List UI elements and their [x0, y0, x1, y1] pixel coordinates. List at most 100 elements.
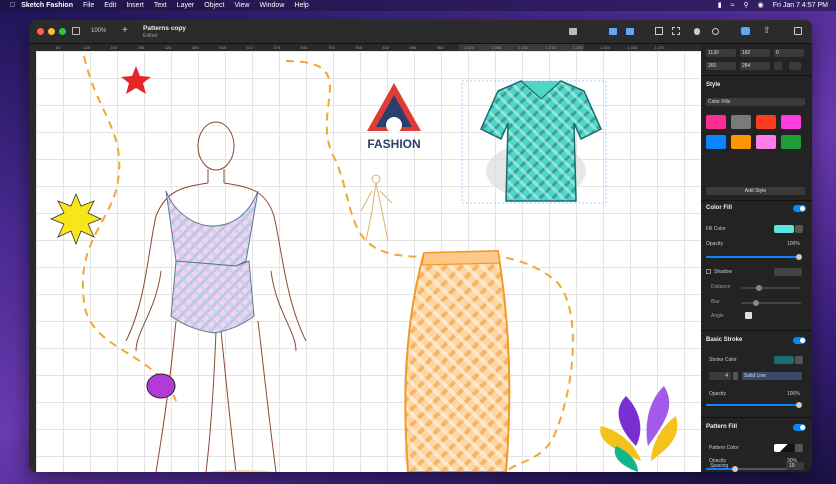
vertical-ruler	[29, 44, 36, 472]
inspector-toggle-icon[interactable]	[794, 27, 802, 35]
shadow-checkbox[interactable]	[706, 269, 711, 274]
inspector-panel: 1130 182 0 260 284 Style Color Fills Add…	[701, 44, 812, 472]
cloud-icon[interactable]	[741, 27, 750, 35]
stroke-opacity-label: Opacity	[709, 391, 726, 397]
menu-file[interactable]: File	[83, 0, 94, 11]
wifi-icon[interactable]: ≈	[731, 0, 735, 11]
width-field[interactable]: 260	[706, 62, 736, 70]
ruler-tick-label: 1,472	[654, 45, 665, 50]
menu-edit[interactable]: Edit	[104, 0, 116, 11]
ruler-tick-label: 1,408	[627, 45, 638, 50]
search-icon[interactable]: ⚲	[744, 0, 749, 11]
menu-text[interactable]: Text	[154, 0, 167, 11]
apple-icon[interactable]: 	[10, 0, 15, 11]
stroke-color-well[interactable]	[774, 356, 794, 364]
pattern-color-well[interactable]	[774, 444, 794, 452]
control-center-icon[interactable]: ◉	[758, 0, 764, 11]
menu-bar:  Sketch Fashion File Edit Insert Text L…	[0, 0, 836, 11]
close-button[interactable]	[37, 28, 44, 35]
color-fill-title: Color Fill	[706, 205, 732, 211]
dashed-path-left	[81, 55, 177, 402]
pattern-fill-toggle[interactable]	[793, 424, 806, 431]
preview-icon[interactable]	[712, 28, 719, 35]
ruler-tick-label: 448	[219, 45, 226, 50]
menu-clock[interactable]: Fri Jan 7 4:57 PM	[773, 0, 828, 11]
y-field[interactable]: 182	[740, 49, 770, 57]
add-style-button[interactable]: Add Style	[706, 187, 805, 195]
pattern-color-label: Pattern Color	[709, 445, 739, 451]
divider	[701, 330, 812, 331]
shadow-color-well[interactable]	[774, 268, 802, 276]
stroke-toggle[interactable]	[793, 337, 806, 344]
document-title: Patterns copy	[143, 25, 186, 32]
shadow-label: Shadow	[714, 269, 733, 275]
zoom-level[interactable]: 100%	[91, 28, 106, 34]
style-swatch[interactable]	[781, 135, 801, 149]
menu-layer[interactable]: Layer	[177, 0, 195, 11]
symbol-icon[interactable]	[569, 28, 577, 35]
menu-window[interactable]: Window	[259, 0, 284, 11]
stroke-opacity-slider[interactable]	[706, 402, 802, 408]
rotation-field[interactable]: 0	[774, 49, 804, 57]
backward-icon[interactable]	[626, 28, 634, 35]
stroke-style-select[interactable]: Solid Line	[742, 372, 802, 380]
ruler-tick-label: 192	[110, 45, 118, 50]
mask-icon[interactable]	[694, 28, 700, 35]
stroke-color-label: Stroke Color	[709, 357, 737, 363]
style-swatch[interactable]	[781, 115, 801, 129]
share-icon[interactable]: ⇧	[763, 25, 771, 36]
design-canvas[interactable]: FASHION	[36, 51, 701, 472]
sidebar-toggle-icon[interactable]	[72, 27, 80, 35]
pattern-color-options[interactable]	[795, 444, 803, 452]
ruler-tick-label: 64	[56, 45, 61, 50]
fill-opacity-slider[interactable]	[706, 254, 802, 260]
ruler-tick-label: 384	[192, 45, 199, 50]
style-swatch[interactable]	[731, 135, 751, 149]
stroke-opacity-value: 100%	[787, 391, 800, 397]
ruler-tick-label: 576	[273, 45, 281, 50]
ruler-tick-label: 320	[164, 45, 172, 50]
shadow-blur-slider[interactable]	[741, 300, 801, 306]
bodysuit-top	[165, 190, 259, 267]
style-swatch[interactable]	[756, 135, 776, 149]
battery-icon[interactable]: ▮	[718, 0, 722, 11]
menu-view[interactable]: View	[234, 0, 249, 11]
flip-icon[interactable]	[789, 62, 801, 70]
style-swatch[interactable]	[756, 115, 776, 129]
ruler-tick-label: 832	[382, 45, 390, 50]
menu-insert[interactable]: Insert	[126, 0, 144, 11]
ruler-tick-label: 512	[246, 45, 254, 50]
fills-select[interactable]: Color Fills	[706, 98, 805, 106]
style-swatch[interactable]	[731, 115, 751, 129]
polo-shirt	[461, 80, 607, 204]
menu-app-name[interactable]: Sketch Fashion	[21, 0, 73, 11]
stroke-color-options[interactable]	[795, 356, 803, 364]
transform-icon[interactable]	[655, 27, 663, 35]
fill-color-options[interactable]	[795, 225, 803, 233]
color-fill-toggle[interactable]	[793, 205, 806, 212]
lock-icon[interactable]	[774, 62, 782, 70]
pattern-spacing-field[interactable]: 19	[786, 462, 804, 470]
stroke-stepper[interactable]	[733, 372, 738, 380]
purple-mitten	[146, 373, 176, 399]
shadow-distance-slider[interactable]	[741, 285, 801, 291]
angle-dial[interactable]	[745, 312, 752, 319]
fill-opacity-label: Opacity	[706, 241, 723, 247]
bodysuit-bottom	[170, 260, 255, 334]
document-subtitle: Edited	[143, 33, 158, 39]
height-field[interactable]: 284	[740, 62, 770, 70]
style-swatch[interactable]	[706, 115, 726, 129]
shadow-angle-label: Angle	[711, 313, 724, 319]
minimize-button[interactable]	[48, 28, 55, 35]
stroke-width-field[interactable]: 4	[709, 372, 731, 380]
scale-icon[interactable]	[672, 27, 680, 35]
style-swatch[interactable]	[706, 135, 726, 149]
menu-object[interactable]: Object	[204, 0, 224, 11]
fill-color-well[interactable]	[774, 225, 794, 233]
zoom-button[interactable]	[59, 28, 66, 35]
x-field[interactable]: 1130	[706, 49, 736, 57]
forward-icon[interactable]	[609, 28, 617, 35]
insert-plus-icon[interactable]: +	[122, 25, 128, 36]
menu-help[interactable]: Help	[294, 0, 308, 11]
pattern-fill-title: Pattern Fill	[706, 424, 738, 430]
